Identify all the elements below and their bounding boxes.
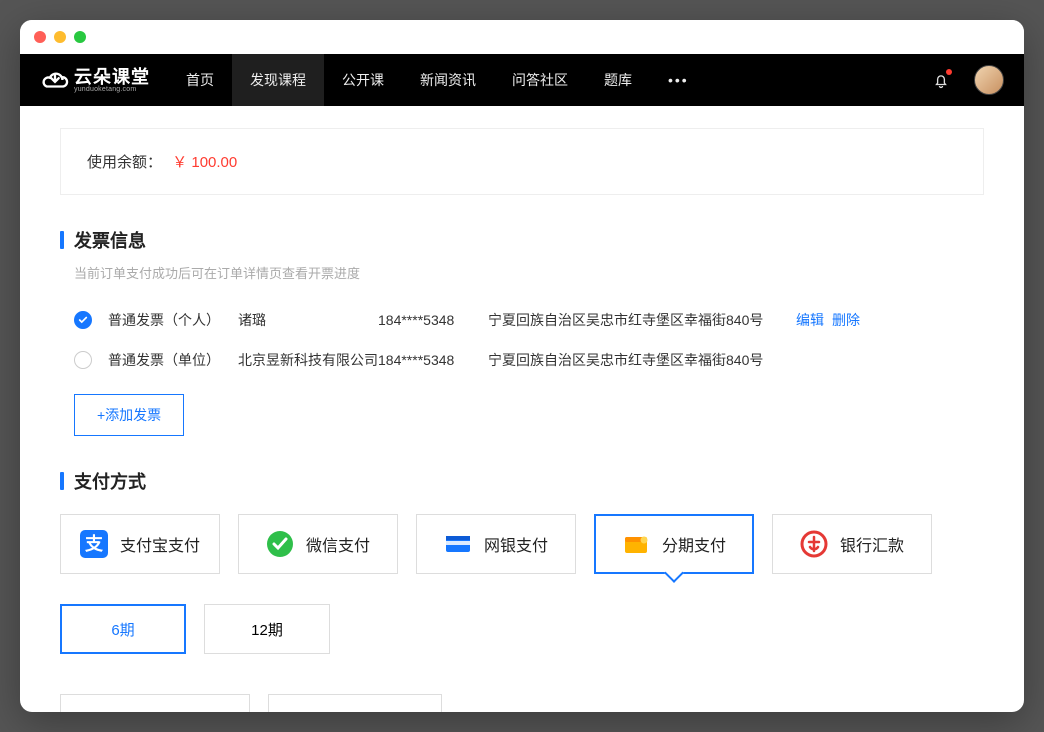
- nav-item[interactable]: 发现课程: [232, 54, 324, 106]
- installment-term[interactable]: 12期: [204, 604, 330, 654]
- transfer-wechat-personal[interactable]: 微信个人转账: [268, 694, 442, 712]
- invoice-name: 北京昱新科技有限公司: [238, 350, 378, 370]
- logo[interactable]: 云朵课堂 yunduoketang.com: [40, 67, 150, 93]
- invoice-title: 发票信息: [74, 227, 146, 253]
- invoice-phone: 184****5348: [378, 352, 488, 368]
- window-close-dot[interactable]: [34, 31, 46, 43]
- invoice-name: 诸璐: [238, 310, 378, 330]
- notification-bell-icon[interactable]: [932, 71, 950, 89]
- invoice-address: 宁夏回族自治区吴忠市红寺堡区幸福街840号: [488, 310, 788, 330]
- transfer-alipay-personal[interactable]: 支付宝个人转账: [60, 694, 250, 712]
- logo-text: 云朵课堂: [74, 68, 150, 86]
- installment-icon: [622, 530, 650, 558]
- main-content: 使用余额： ￥ 100.00 发票信息 当前订单支付成功后可在订单详情页查看开票…: [20, 106, 1024, 712]
- payment-title: 支付方式: [74, 468, 146, 494]
- installment-term[interactable]: 6期: [60, 604, 186, 654]
- wechat-icon: [266, 530, 294, 558]
- nav-item[interactable]: 问答社区: [494, 54, 586, 106]
- nav-item[interactable]: 公开课: [324, 54, 402, 106]
- payment-method-alipay[interactable]: 支支付宝支付: [60, 514, 220, 574]
- cloud-icon: [40, 67, 70, 93]
- invoice-action-link[interactable]: 删除: [832, 312, 860, 328]
- payment-method-installment[interactable]: 分期支付: [594, 514, 754, 574]
- banktransfer-icon: [800, 530, 828, 558]
- invoice-type: 普通发票（单位）: [108, 350, 238, 370]
- add-invoice-button[interactable]: +添加发票: [74, 394, 184, 436]
- invoice-radio[interactable]: [74, 311, 92, 329]
- nav-item[interactable]: 首页: [168, 54, 232, 106]
- payment-section-head: 支付方式: [60, 468, 984, 494]
- nav-item[interactable]: 新闻资讯: [402, 54, 494, 106]
- app-window: 云朵课堂 yunduoketang.com 首页发现课程公开课新闻资讯问答社区题…: [20, 20, 1024, 712]
- notification-dot: [946, 69, 952, 75]
- titlebar: [20, 20, 1024, 54]
- balance-box: 使用余额： ￥ 100.00: [60, 128, 984, 195]
- svg-text:支: 支: [84, 533, 104, 554]
- payment-method-unionpay[interactable]: 网银支付: [416, 514, 576, 574]
- balance-label: 使用余额：: [87, 154, 162, 171]
- section-bar: [60, 472, 64, 490]
- nav-more-icon[interactable]: •••: [650, 72, 707, 88]
- invoice-phone: 184****5348: [378, 312, 488, 328]
- payment-method-banktransfer[interactable]: 银行汇款: [772, 514, 932, 574]
- invoice-row: 普通发票（单位）北京昱新科技有限公司184****5348宁夏回族自治区吴忠市红…: [60, 340, 984, 380]
- invoice-subtitle: 当前订单支付成功后可在订单详情页查看开票进度: [74, 263, 984, 282]
- payment-method-label: 分期支付: [662, 532, 726, 556]
- invoice-type: 普通发票（个人）: [108, 310, 238, 330]
- payment-method-label: 银行汇款: [840, 532, 904, 556]
- user-avatar[interactable]: [974, 65, 1004, 95]
- payment-method-label: 支付宝支付: [120, 532, 200, 556]
- section-bar: [60, 231, 64, 249]
- window-max-dot[interactable]: [74, 31, 86, 43]
- payment-method-label: 网银支付: [484, 532, 548, 556]
- top-nav: 云朵课堂 yunduoketang.com 首页发现课程公开课新闻资讯问答社区题…: [20, 54, 1024, 106]
- invoice-action-link[interactable]: 编辑: [796, 312, 824, 328]
- logo-subtext: yunduoketang.com: [74, 86, 150, 93]
- nav-item[interactable]: 题库: [586, 54, 650, 106]
- balance-amount: ￥ 100.00: [172, 154, 237, 171]
- invoice-actions: 编辑删除: [796, 310, 868, 330]
- invoice-radio[interactable]: [74, 351, 92, 369]
- invoice-section-head: 发票信息: [60, 227, 984, 253]
- payment-method-wechat[interactable]: 微信支付: [238, 514, 398, 574]
- invoice-address: 宁夏回族自治区吴忠市红寺堡区幸福街840号: [488, 350, 788, 370]
- invoice-row: 普通发票（个人）诸璐184****5348宁夏回族自治区吴忠市红寺堡区幸福街84…: [60, 300, 984, 340]
- window-min-dot[interactable]: [54, 31, 66, 43]
- unionpay-icon: [444, 530, 472, 558]
- payment-method-label: 微信支付: [306, 532, 370, 556]
- alipay-icon: 支: [80, 530, 108, 558]
